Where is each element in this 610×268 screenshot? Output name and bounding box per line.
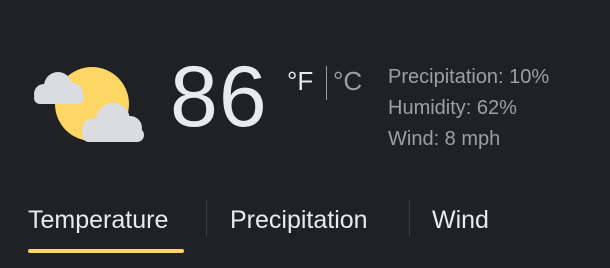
selected-tab-indicator [28, 249, 184, 253]
humidity-text: Humidity: 62% [388, 97, 517, 119]
weather-details: Precipitation: 10% Humidity: 62% Wind: 8… [388, 62, 549, 155]
tab-wind[interactable]: Wind [432, 200, 489, 240]
tab-precipitation[interactable]: Precipitation [230, 200, 368, 240]
unit-divider [326, 66, 327, 100]
wind-text: Wind: 8 mph [388, 128, 501, 150]
celsius-toggle[interactable]: °C [333, 68, 362, 94]
precipitation-text: Precipitation: 10% [388, 66, 550, 88]
tab-divider [206, 200, 207, 236]
tab-divider [409, 200, 410, 236]
fahrenheit-toggle[interactable]: °F [287, 68, 313, 94]
partly-cloudy-icon [28, 64, 148, 146]
temperature-value: 86 [170, 49, 268, 145]
tab-temperature[interactable]: Temperature [28, 200, 168, 240]
